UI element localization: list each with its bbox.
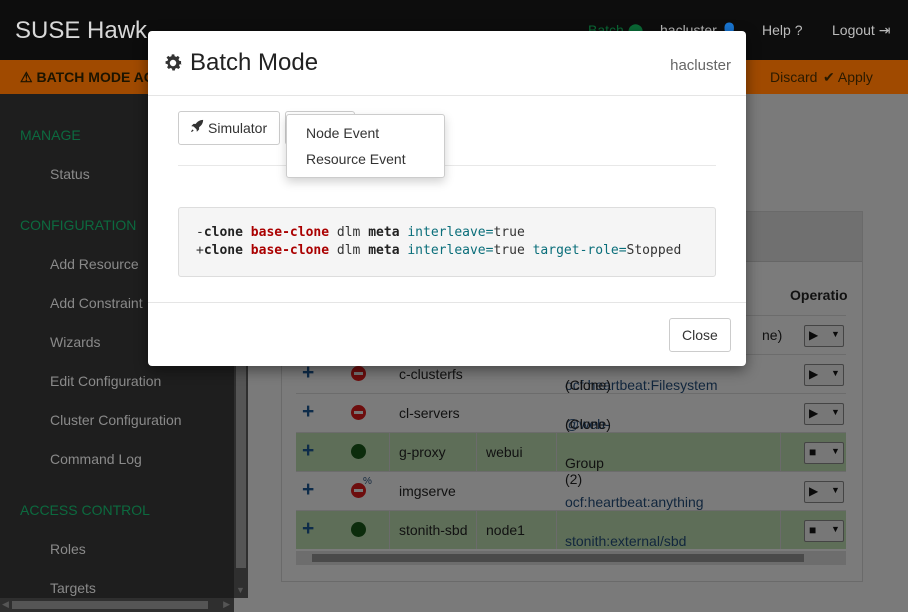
operations-button[interactable]: ▶ ▼	[804, 403, 844, 425]
dialog-header: Batch Mode hacluster	[148, 31, 746, 96]
sidebar-item-targets[interactable]: Targets	[50, 580, 96, 596]
operations-button[interactable]: ▶ ▼	[804, 481, 844, 503]
sidebar-header-configuration: CONFIGURATION	[20, 217, 137, 233]
warning-icon: ⚠	[20, 69, 33, 85]
caret-down-icon: ▼	[831, 446, 840, 456]
gear-icon	[165, 54, 182, 71]
table-row: + stonith-sbd node1 stonith:external/sbd ■ ▼	[296, 510, 846, 549]
brand-logo[interactable]: SUSE Hawk	[15, 17, 147, 45]
sidebar-header-access-control: ACCESS CONTROL	[20, 502, 150, 518]
sidebar-item-add-constraint[interactable]: Add Constraint	[50, 295, 143, 311]
scroll-right-icon[interactable]: ▶	[223, 599, 230, 610]
type-cell: ne)	[762, 327, 783, 343]
expand-plus-icon[interactable]: +	[302, 517, 314, 541]
operations-button[interactable]: ■ ▼	[804, 442, 844, 464]
caret-down-icon: ▼	[831, 368, 840, 378]
status-stopped-icon	[351, 366, 366, 381]
status-running-icon	[351, 444, 366, 459]
logout-link[interactable]: Logout ⇥	[832, 22, 890, 39]
config-diff: -clone base-clone dlm meta interleave=tr…	[178, 207, 716, 277]
stop-icon: ■	[809, 523, 817, 537]
dialog-footer-divider	[148, 302, 746, 303]
play-icon: ▶	[809, 406, 819, 420]
help-link[interactable]: Help ?	[762, 22, 802, 38]
table-horizontal-scrollbar[interactable]	[296, 551, 846, 565]
diff-line-added: +clone base-clone dlm meta interleave=tr…	[196, 243, 682, 258]
caret-down-icon: ▼	[831, 524, 840, 534]
status-running-icon	[351, 522, 366, 537]
apply-button[interactable]: ✔ Apply	[823, 69, 873, 86]
sidebar-item-cluster-configuration[interactable]: Cluster Configuration	[50, 412, 182, 428]
status-stopped-icon	[351, 405, 366, 420]
simulator-button[interactable]: Simulator	[178, 111, 280, 145]
play-icon: ▶	[809, 367, 819, 381]
scroll-down-icon[interactable]: ▼	[236, 585, 245, 595]
event-dropdown-menu: Node Event Resource Event	[286, 114, 445, 178]
batch-warning: ⚠ BATCH MODE AC	[20, 69, 154, 85]
sidebar-horizontal-scrollbar[interactable]: ◀ ▶	[0, 598, 234, 612]
expand-plus-icon[interactable]: +	[302, 400, 314, 424]
operations-button[interactable]: ■ ▼	[804, 520, 844, 542]
rocket-icon	[191, 119, 204, 133]
divider	[178, 165, 716, 166]
resource-name: g-proxy	[399, 444, 446, 460]
table-row: +cl-servers@web-server (Clone)▶▼	[296, 393, 846, 448]
resource-name: stonith-sbd	[399, 522, 468, 538]
scrollbar-thumb[interactable]	[12, 601, 208, 609]
play-icon: ▶	[809, 328, 819, 342]
stop-icon: ■	[809, 445, 817, 459]
expand-plus-icon[interactable]: +	[302, 478, 314, 502]
operations-button[interactable]: ▶ ▼	[804, 364, 844, 386]
sidebar-item-edit-configuration[interactable]: Edit Configuration	[50, 373, 161, 389]
operations-button[interactable]: ▶ ▼	[804, 325, 844, 347]
question-icon: ?	[794, 22, 803, 38]
resource-name: c-clusterfs	[399, 366, 463, 382]
caret-down-icon: ▼	[831, 407, 840, 417]
migrate-icon: %	[363, 476, 372, 487]
resource-name: cl-servers	[399, 405, 460, 421]
caret-down-icon: ▼	[831, 485, 840, 495]
dialog-title: Batch Mode	[190, 49, 319, 76]
batch-mode-dialog: Batch Mode hacluster Simulator -clone ba…	[148, 31, 746, 366]
caret-down-icon: ▼	[831, 329, 840, 339]
scroll-left-icon[interactable]: ◀	[2, 599, 9, 610]
table-row: +% imgserve ocf:heartbeat:anything ▶ ▼	[296, 471, 846, 510]
diff-line-removed: -clone base-clone dlm meta interleave=tr…	[196, 225, 525, 240]
dialog-username: hacluster	[670, 57, 731, 74]
logout-icon: ⇥	[878, 22, 891, 38]
operations-column-header: Operatio	[790, 287, 848, 303]
sidebar-item-command-log[interactable]: Command Log	[50, 451, 142, 467]
sidebar-item-add-resource[interactable]: Add Resource	[50, 256, 139, 272]
discard-button[interactable]: Discard	[770, 69, 817, 85]
close-button[interactable]: Close	[669, 318, 731, 352]
menu-item-resource-event[interactable]: Resource Event	[306, 151, 406, 167]
resource-node: webui	[486, 444, 523, 460]
sidebar-header-manage: MANAGE	[20, 127, 81, 143]
sidebar-item-wizards[interactable]: Wizards	[50, 334, 101, 350]
sidebar-item-status[interactable]: Status	[50, 166, 90, 182]
menu-item-node-event[interactable]: Node Event	[306, 125, 379, 141]
resource-node: node1	[486, 522, 525, 538]
expand-plus-icon[interactable]: +	[302, 439, 314, 463]
check-icon: ✔	[823, 69, 835, 85]
play-icon: ▶	[809, 484, 819, 498]
scrollbar-thumb[interactable]	[312, 554, 804, 562]
resource-name: imgserve	[399, 483, 456, 499]
table-row: + g-proxy webui Group (2) ■ ▼	[296, 432, 846, 487]
sidebar-item-roles[interactable]: Roles	[50, 541, 86, 557]
